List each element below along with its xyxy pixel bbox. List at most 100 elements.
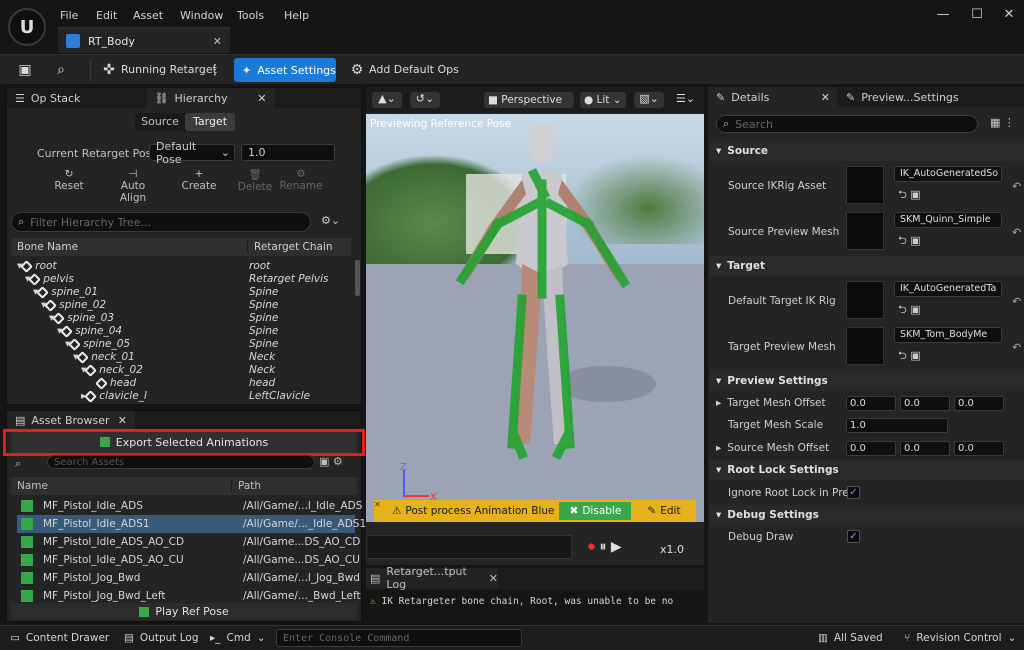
all-saved-indicator[interactable]: ▥ All Saved bbox=[818, 632, 883, 644]
col-retarget-chain[interactable]: Retarget Chain bbox=[247, 241, 333, 253]
reset-button[interactable]: ↻ Reset bbox=[51, 168, 87, 192]
ignore-root-lock-checkbox[interactable]: ✓ bbox=[847, 486, 860, 499]
show-flags-icon[interactable]: ▧⌄ bbox=[634, 92, 664, 108]
section-preview-settings[interactable]: ▾ Preview Settings bbox=[710, 371, 1024, 391]
warning-close-icon[interactable]: ✕ bbox=[374, 500, 382, 509]
col-bone-name[interactable]: Bone Name bbox=[17, 241, 78, 253]
tab-details[interactable]: ✎ Details ✕ bbox=[708, 87, 838, 107]
close-window-icon[interactable]: ✕ bbox=[994, 6, 1024, 24]
reset-arrow-icon[interactable]: ↶ bbox=[1012, 226, 1021, 239]
close-asset-browser-icon[interactable]: ✕ bbox=[118, 414, 127, 427]
tab-output-log[interactable]: ▤ Retarget...tput Log ✕ bbox=[366, 565, 498, 591]
target-offset-y[interactable]: 0.0 bbox=[900, 396, 950, 411]
close-tab-icon[interactable]: ✕ bbox=[213, 35, 222, 48]
pause-icon[interactable]: ⏸ bbox=[599, 539, 606, 555]
viewport-options-button[interactable]: ▲⌄ bbox=[372, 92, 402, 108]
hierarchy-scrollbar[interactable] bbox=[355, 260, 360, 296]
tree-row[interactable]: ▾ neck_02 Neck bbox=[11, 363, 361, 377]
tree-row[interactable]: ▾ spine_05 Spine bbox=[11, 337, 361, 351]
source-offset-x[interactable]: 0.0 bbox=[846, 441, 896, 456]
menu-edit[interactable]: Edit bbox=[96, 9, 117, 22]
close-log-icon[interactable]: ✕ bbox=[489, 572, 498, 585]
tree-row[interactable]: ▾ spine_02 Spine bbox=[11, 298, 361, 312]
delete-button[interactable]: 🗑 Delete bbox=[237, 168, 273, 193]
use-browse-icons[interactable]: ⮌ ▣ bbox=[898, 186, 921, 205]
tree-row[interactable]: ▾ spine_04 Spine bbox=[11, 324, 361, 338]
tree-row[interactable]: ▾ pelvis Retarget Pelvis bbox=[11, 272, 361, 286]
tree-row[interactable]: head head bbox=[11, 376, 361, 390]
maximize-icon[interactable]: ☐ bbox=[962, 6, 992, 24]
tree-row[interactable]: ▾ root root bbox=[11, 259, 361, 273]
col-path[interactable]: Path bbox=[231, 480, 261, 492]
tree-row[interactable]: ▾ neck_01 Neck bbox=[11, 350, 361, 364]
list-item[interactable]: MF_Pistol_Idle_ADS_AO_CD/All/Game...DS_A… bbox=[17, 533, 360, 551]
menu-help[interactable]: Help bbox=[284, 9, 309, 22]
details-view-options-icon[interactable]: ▦ ⋮ bbox=[990, 116, 1015, 129]
reset-arrow-icon[interactable]: ↶ bbox=[1012, 180, 1021, 193]
console-command-input[interactable]: Enter Console Command bbox=[276, 629, 522, 647]
retarget-pose-dropdown[interactable]: Default Pose ⌄ bbox=[149, 140, 235, 166]
edit-button[interactable]: ✎ Edit bbox=[647, 505, 680, 517]
hierarchy-settings-icon[interactable]: ⚙⌄ bbox=[321, 214, 340, 227]
more-options-icon[interactable]: ⋮ bbox=[208, 61, 222, 79]
list-item[interactable]: MF_Pistol_Jog_Bwd/All/Game/...l_Jog_Bwd bbox=[17, 569, 360, 587]
document-tab[interactable]: RT_Body ✕ bbox=[58, 27, 230, 53]
disable-button[interactable]: ✖ Disable bbox=[559, 502, 632, 520]
reset-arrow-icon[interactable]: ↶ bbox=[1012, 295, 1021, 308]
tree-row[interactable]: ▾ spine_01 Spine bbox=[11, 285, 361, 299]
use-browse-icons[interactable]: ⮌ ▣ bbox=[898, 232, 921, 251]
section-target[interactable]: ▾ Target bbox=[710, 256, 1024, 276]
close-details-icon[interactable]: ✕ bbox=[821, 91, 830, 104]
target-offset-z[interactable]: 0.0 bbox=[954, 396, 1004, 411]
cmd-dropdown[interactable]: ▸_ Cmd ⌄ bbox=[210, 632, 266, 644]
playback-speed[interactable]: x1.0 bbox=[660, 543, 684, 556]
save-icon[interactable]: ▣ bbox=[16, 61, 34, 79]
minimize-icon[interactable]: — bbox=[928, 6, 958, 24]
auto-align-button[interactable]: ⊣ Auto Align bbox=[107, 168, 159, 204]
target-ikrig-dropdown[interactable]: IK_AutoGeneratedTa bbox=[894, 281, 1002, 297]
source-offset-z[interactable]: 0.0 bbox=[954, 441, 1004, 456]
viewport-scene[interactable]: Previewing Reference Pose Z X ⚠ Post pro… bbox=[366, 114, 704, 522]
tab-asset-browser[interactable]: ▤ Asset Browser ✕ bbox=[7, 411, 135, 429]
target-toggle[interactable]: Target bbox=[185, 113, 235, 131]
menu-tools[interactable]: Tools bbox=[237, 9, 264, 22]
section-debug[interactable]: ▾ Debug Settings bbox=[710, 505, 1024, 525]
asset-settings-button[interactable]: ✦ Asset Settings bbox=[234, 58, 336, 82]
details-search-input[interactable]: ⌕ Search bbox=[716, 115, 978, 133]
menu-window[interactable]: Window bbox=[180, 9, 223, 22]
target-mesh-scale-field[interactable]: 1.0 bbox=[846, 418, 948, 433]
record-icon[interactable]: ⏺ bbox=[588, 539, 595, 555]
list-item[interactable]: MF_Pistol_Idle_ADS_AO_CU/All/Game...DS_A… bbox=[17, 551, 360, 569]
menu-file[interactable]: File bbox=[60, 9, 78, 22]
tab-preview-settings[interactable]: ✎ Preview...Settings bbox=[838, 87, 967, 107]
filter-icon[interactable]: ⌕ bbox=[15, 457, 21, 471]
source-offset-y[interactable]: 0.0 bbox=[900, 441, 950, 456]
perspective-dropdown[interactable]: ■ Perspective ⌄ bbox=[484, 92, 574, 122]
target-offset-x[interactable]: 0.0 bbox=[846, 396, 896, 411]
tab-op-stack[interactable]: ☰ Op Stack bbox=[7, 88, 88, 108]
timeline-track[interactable] bbox=[366, 535, 572, 559]
list-item[interactable]: MF_Pistol_Idle_ADS/All/Game/...l_Idle_AD… bbox=[17, 497, 362, 515]
use-browse-icons[interactable]: ⮌ ▣ bbox=[898, 347, 921, 366]
source-mesh-dropdown[interactable]: SKM_Quinn_Simple bbox=[894, 212, 1002, 228]
asset-settings-gear-icon[interactable]: ▣ ⚙ bbox=[319, 455, 343, 468]
close-hierarchy-icon[interactable]: ✕ bbox=[257, 92, 266, 105]
browse-icon[interactable]: ⌕ bbox=[52, 61, 70, 79]
add-default-ops-button[interactable]: Add Default Ops bbox=[369, 63, 459, 76]
running-retarget-button[interactable]: Running Retarget bbox=[121, 63, 217, 76]
content-drawer-button[interactable]: ▭ Content Drawer bbox=[10, 632, 109, 644]
col-name[interactable]: Name bbox=[17, 480, 48, 492]
tree-row[interactable]: ▸ clavicle_l LeftClavicle bbox=[11, 389, 361, 403]
section-source[interactable]: ▾ Source bbox=[710, 141, 1024, 161]
target-mesh-dropdown[interactable]: SKM_Tom_BodyMe bbox=[894, 327, 1002, 343]
rotate-icon[interactable]: ↺⌄ bbox=[410, 92, 440, 108]
play-icon[interactable]: ▶ bbox=[611, 539, 622, 555]
unreal-logo[interactable]: U bbox=[8, 8, 46, 46]
tab-hierarchy[interactable]: ⛓ Hierarchy ✕ bbox=[146, 88, 275, 108]
use-browse-icons[interactable]: ⮌ ▣ bbox=[898, 301, 921, 320]
reset-arrow-icon[interactable]: ↶ bbox=[1012, 341, 1021, 354]
source-ikrig-dropdown[interactable]: IK_AutoGeneratedSo bbox=[894, 166, 1002, 182]
asset-search-input[interactable]: Search Assets bbox=[47, 455, 315, 469]
play-ref-pose-button[interactable]: Play Ref Pose bbox=[11, 603, 357, 620]
revision-control-button[interactable]: ⑂ Revision Control ⌄ bbox=[904, 632, 1016, 644]
